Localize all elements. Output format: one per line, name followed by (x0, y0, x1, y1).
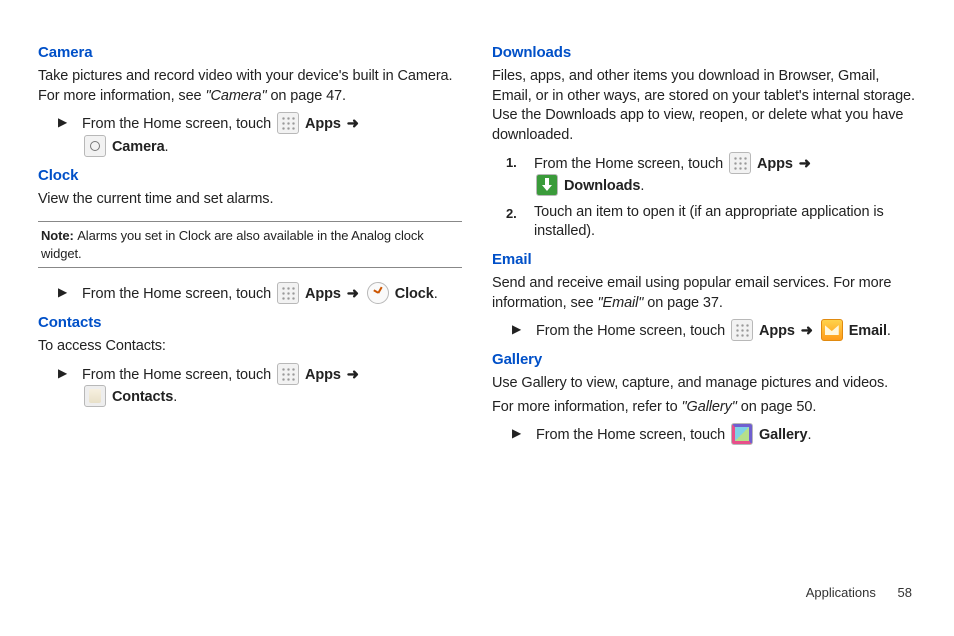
gallery-intro: Use Gallery to view, capture, and manage… (492, 374, 916, 394)
clock-icon (367, 282, 389, 304)
period: . (640, 178, 644, 194)
downloads-intro: Files, apps, and other items you downloa… (492, 67, 916, 145)
page-body: Camera Take pictures and record video wi… (0, 0, 954, 472)
gallery-label: Gallery (759, 427, 807, 443)
downloads-step-1: 1. From the Home screen, touch Apps ➜ Do… (506, 152, 916, 197)
footer-section: Applications (806, 585, 876, 600)
arrow-icon: ➜ (345, 116, 361, 132)
contacts-intro: To access Contacts: (38, 337, 462, 357)
gallery-more: For more information, refer to "Gallery"… (492, 398, 916, 418)
apps-icon (277, 282, 299, 304)
step-body: From the Home screen, touch Apps ➜ Email… (536, 319, 891, 342)
bullet-icon: ▶ (58, 112, 82, 130)
heading-gallery: Gallery (492, 350, 916, 370)
apps-icon (729, 152, 751, 174)
clock-intro: View the current time and set alarms. (38, 190, 462, 210)
heading-downloads: Downloads (492, 43, 916, 63)
period: . (173, 389, 177, 405)
email-icon (821, 319, 843, 341)
camera-icon (84, 135, 106, 157)
text: From the Home screen, touch (536, 427, 729, 443)
step-body: From the Home screen, touch Apps ➜ Camer… (82, 112, 361, 157)
text: on page 47. (267, 88, 346, 104)
apps-icon (277, 363, 299, 385)
clock-note: Note: Alarms you set in Clock are also a… (38, 221, 462, 268)
apps-icon (277, 112, 299, 134)
arrow-icon: ➜ (345, 367, 361, 383)
clock-step: ▶ From the Home screen, touch Apps ➜ Clo… (58, 282, 462, 305)
heading-camera: Camera (38, 43, 462, 63)
downloads-icon (536, 174, 558, 196)
period: . (434, 286, 438, 302)
contacts-step: ▶ From the Home screen, touch Apps ➜ Con… (58, 363, 462, 408)
text: From the Home screen, touch (534, 156, 727, 172)
note-text: Alarms you set in Clock are also availab… (41, 228, 424, 261)
step-body: Touch an item to open it (if an appropri… (534, 203, 916, 242)
apps-label: Apps (305, 116, 341, 132)
text: From the Home screen, touch (536, 323, 729, 339)
step-body: From the Home screen, touch Apps ➜ Downl… (534, 152, 813, 197)
text: on page 37. (643, 295, 722, 311)
ref-email: "Email" (598, 295, 644, 311)
email-label: Email (849, 323, 887, 339)
downloads-step-2: 2. Touch an item to open it (if an appro… (506, 203, 916, 242)
text: From the Home screen, touch (82, 116, 275, 132)
contacts-label: Contacts (112, 389, 173, 405)
bullet-icon: ▶ (58, 363, 82, 381)
contacts-icon (84, 385, 106, 407)
camera-label: Camera (112, 139, 165, 155)
clock-label: Clock (395, 286, 434, 302)
email-step: ▶ From the Home screen, touch Apps ➜ Ema… (512, 319, 916, 342)
arrow-icon: ➜ (799, 323, 815, 339)
apps-label: Apps (757, 156, 793, 172)
page-footer: Applications 58 (806, 585, 912, 600)
text: From the Home screen, touch (82, 367, 275, 383)
email-intro: Send and receive email using popular ema… (492, 274, 916, 313)
apps-label: Apps (305, 286, 341, 302)
text: on page 50. (741, 399, 817, 415)
left-column: Camera Take pictures and record video wi… (38, 35, 462, 452)
text: For more information, refer to (492, 399, 682, 415)
text: From the Home screen, touch (82, 286, 275, 302)
heading-clock: Clock (38, 166, 462, 186)
heading-email: Email (492, 250, 916, 270)
gallery-icon (731, 423, 753, 445)
period: . (165, 139, 169, 155)
arrow-icon: ➜ (797, 156, 813, 172)
footer-page-number: 58 (898, 585, 912, 600)
step-body: From the Home screen, touch Gallery. (536, 423, 811, 446)
camera-step: ▶ From the Home screen, touch Apps ➜ Cam… (58, 112, 462, 157)
step-number: 2. (506, 203, 534, 223)
period: . (807, 427, 811, 443)
period: . (887, 323, 891, 339)
ref-gallery: "Gallery" (682, 399, 741, 415)
step-body: From the Home screen, touch Apps ➜ Clock… (82, 282, 438, 305)
ref-camera: "Camera" (205, 88, 266, 104)
bullet-icon: ▶ (58, 282, 82, 300)
apps-icon (731, 319, 753, 341)
step-body: From the Home screen, touch Apps ➜ Conta… (82, 363, 361, 408)
bullet-icon: ▶ (512, 423, 536, 441)
right-column: Downloads Files, apps, and other items y… (492, 35, 916, 452)
downloads-label: Downloads (564, 178, 640, 194)
apps-label: Apps (759, 323, 795, 339)
camera-intro: Take pictures and record video with your… (38, 67, 462, 106)
note-label: Note: (41, 228, 77, 243)
bullet-icon: ▶ (512, 319, 536, 337)
step-number: 1. (506, 152, 534, 172)
arrow-icon: ➜ (345, 286, 361, 302)
apps-label: Apps (305, 367, 341, 383)
gallery-step: ▶ From the Home screen, touch Gallery. (512, 423, 916, 446)
heading-contacts: Contacts (38, 313, 462, 333)
